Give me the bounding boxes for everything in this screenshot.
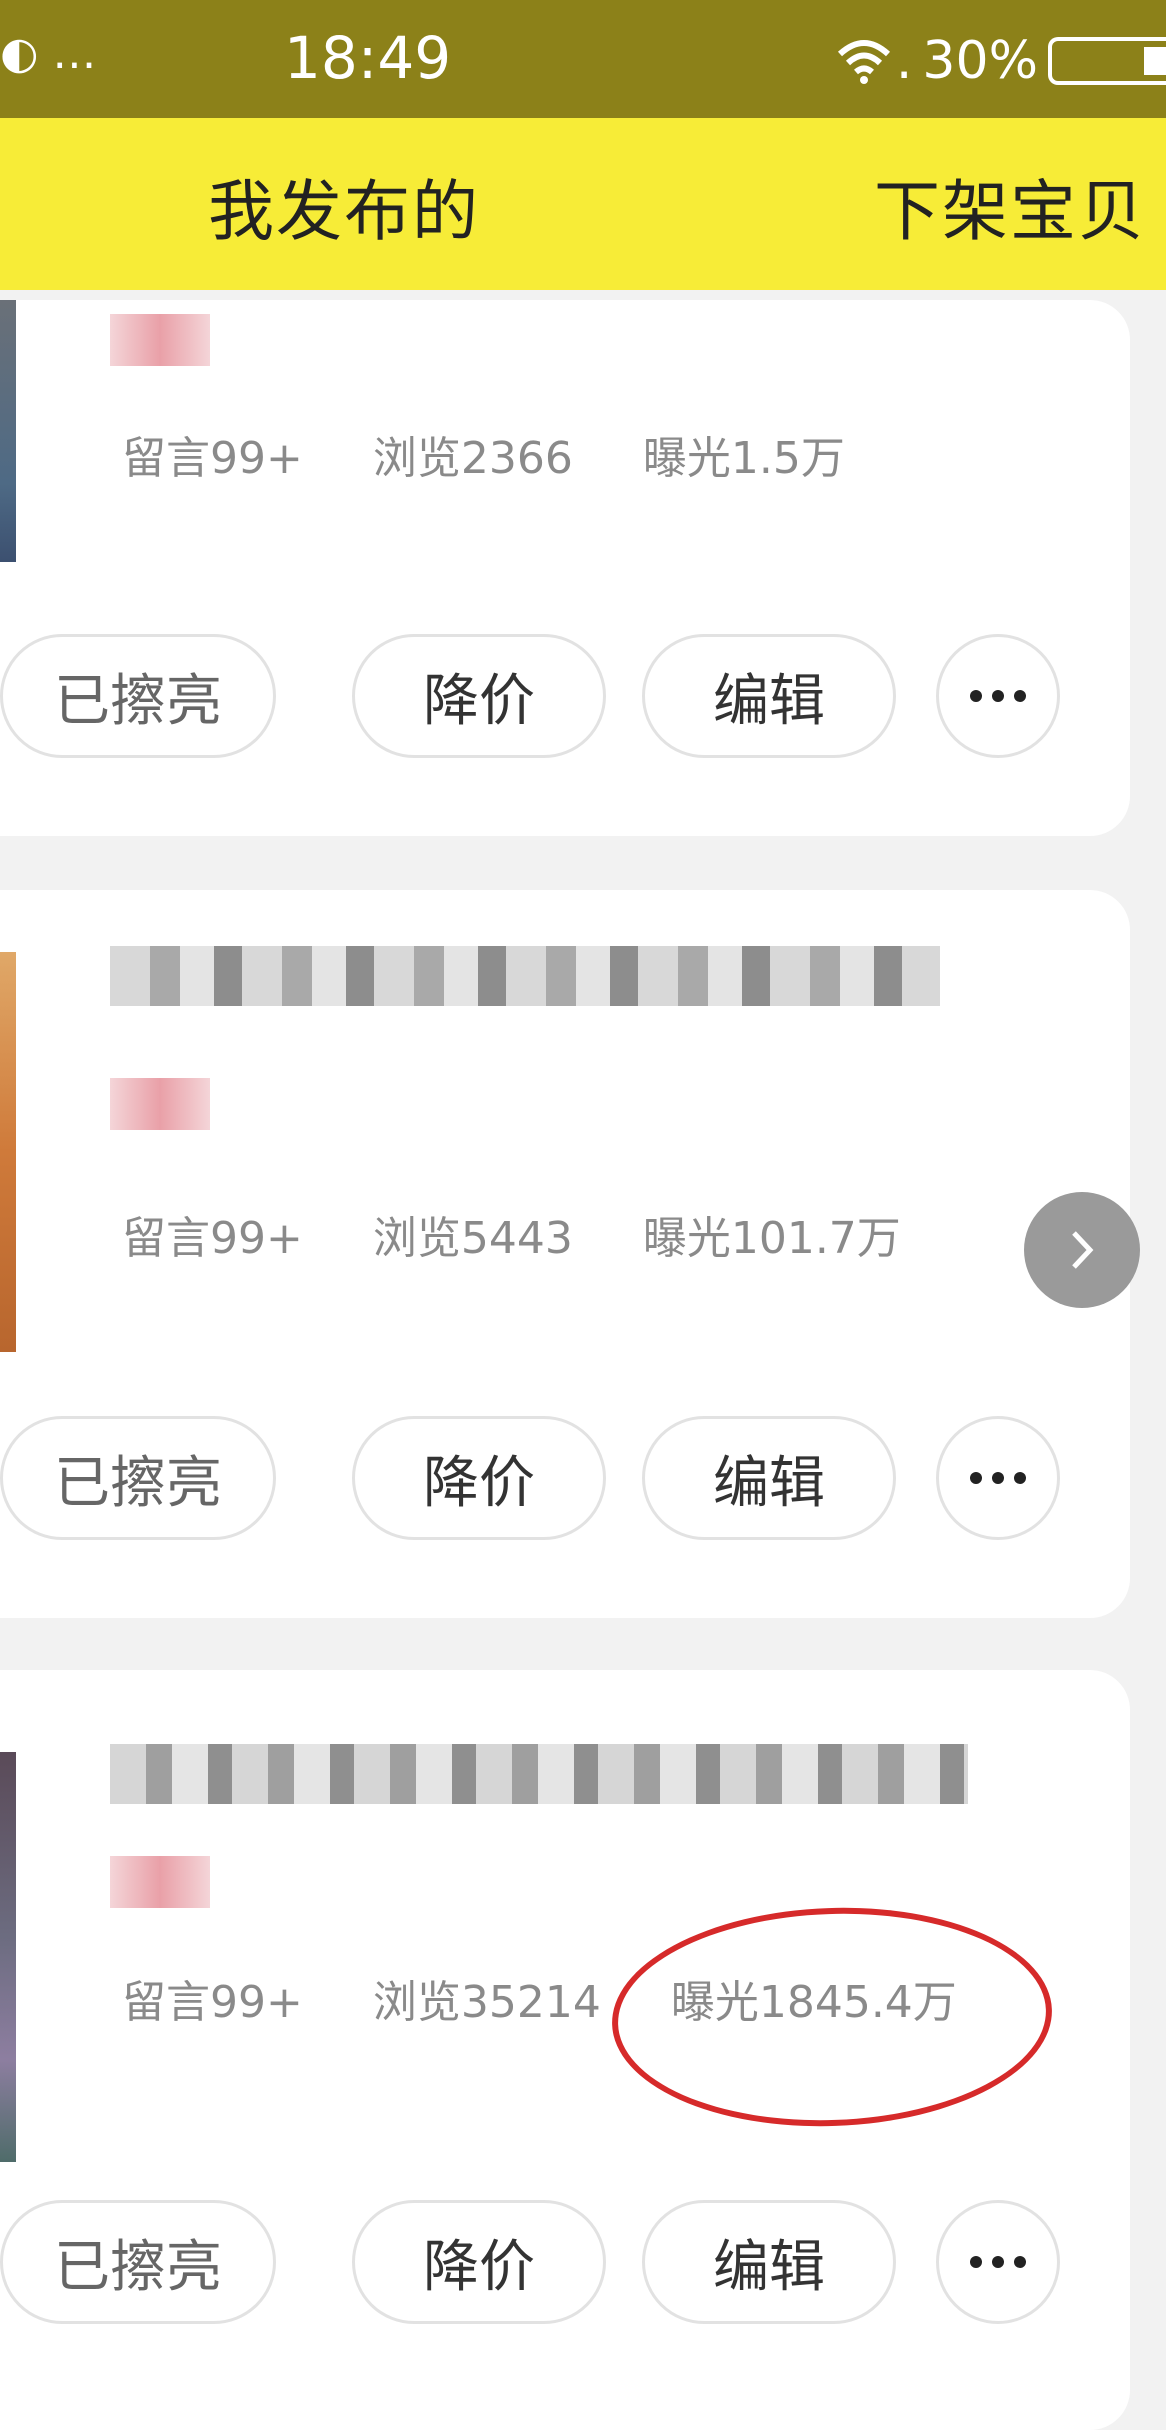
more-icon [970,2256,982,2268]
reduce-price-button[interactable]: 降价 [352,634,606,758]
page-title: 我发布的 [208,173,480,250]
price-tag [110,314,210,366]
more-icon [970,690,982,702]
listing-card[interactable]: 留言99+ 浏览5443 曝光101.7万 已擦亮 降价 编辑 [0,890,1130,1618]
edit-button[interactable]: 编辑 [642,634,896,758]
status-right-icons: . 30% [836,26,1166,96]
comment-count: 留言99+ [122,1213,303,1264]
wifi-suffix: . [895,31,913,91]
edit-button[interactable]: 编辑 [642,1416,896,1540]
status-dots: … [52,28,97,79]
wifi-icon [837,40,890,84]
edit-button[interactable]: 编辑 [642,2200,896,2324]
more-button[interactable] [936,1416,1060,1540]
more-icon [970,1472,982,1484]
price-tag [110,1856,210,1908]
listing-card[interactable]: 留言99+ 浏览2366 曝光1.5万 已擦亮 降价 编辑 [0,300,1130,836]
more-button[interactable] [936,2200,1060,2324]
more-button[interactable] [936,634,1060,758]
view-count: 浏览35214 [372,1977,601,2028]
chevron-right-icon [1072,1231,1094,1269]
view-count: 浏览2366 [372,433,573,484]
exposure-count: 曝光101.7万 [642,1213,901,1264]
status-bar: ◐ … 18:49 . 30% [0,0,1166,118]
status-app-icon: ◐ [0,28,39,79]
price-tag [110,1078,210,1130]
polished-button[interactable]: 已擦亮 [0,1416,276,1540]
reduce-price-button[interactable]: 降价 [352,2200,606,2324]
listing-title[interactable] [110,1744,968,1804]
battery-icon [1048,37,1166,85]
comment-count: 留言99+ [122,1977,303,2028]
next-arrow-button[interactable] [1024,1192,1140,1308]
exposure-count: 曝光1.5万 [642,433,845,484]
top-header: 我发布的 下架宝贝 [0,118,1166,290]
polished-button[interactable]: 已擦亮 [0,2200,276,2324]
reduce-price-button[interactable]: 降价 [352,1416,606,1540]
comment-count: 留言99+ [122,433,303,484]
listing-thumbnail[interactable] [0,300,16,562]
listing-thumbnail[interactable] [0,952,16,1352]
listing-title[interactable] [110,946,940,1006]
status-left-icons: ◐ … [0,28,96,79]
polished-button[interactable]: 已擦亮 [0,634,276,758]
delisted-items-tab[interactable]: 下架宝贝 [874,158,1146,254]
listing-thumbnail[interactable] [0,1752,16,2162]
listing-stats: 留言99+ 浏览5443 曝光101.7万 [122,1202,957,1266]
view-count: 浏览5443 [372,1213,573,1264]
status-time: 18:49 [284,24,452,92]
battery-percent: 30% [922,31,1038,91]
listing-stats: 留言99+ 浏览2366 曝光1.5万 [122,422,901,486]
